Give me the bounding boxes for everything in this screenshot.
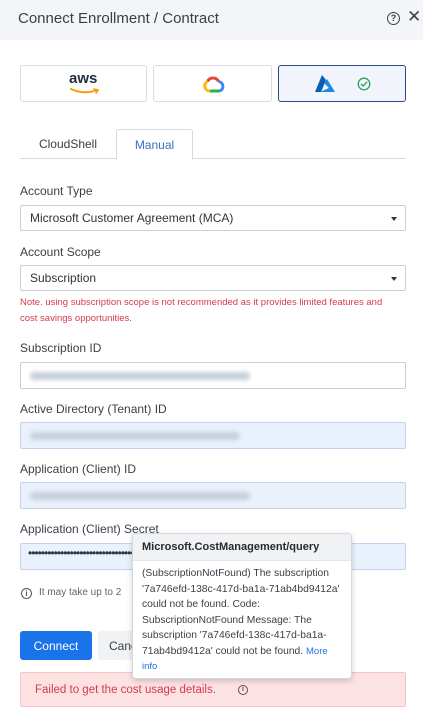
check-circle-icon (357, 77, 371, 91)
google-cloud-logo-icon (203, 76, 225, 93)
dialog-header: Connect Enrollment / Contract ? ✕ (0, 0, 423, 40)
caret-down-icon (391, 217, 397, 221)
connect-button[interactable]: Connect (20, 631, 92, 660)
tenant-id-input[interactable] (20, 422, 406, 449)
account-type-value: Microsoft Customer Agreement (MCA) (30, 211, 234, 225)
client-id-input[interactable] (20, 482, 406, 509)
scope-warning-note: Note. using subscription scope is not re… (20, 297, 383, 324)
popover-title: Microsoft.CostManagement/query (133, 534, 351, 561)
popover-message: (SubscriptionNotFound) The subscription … (142, 568, 340, 657)
redacted-value (30, 432, 240, 440)
close-icon[interactable]: ✕ (407, 8, 421, 26)
caret-down-icon (391, 277, 397, 281)
mode-tabs: CloudShell Manual (20, 129, 406, 160)
aws-provider-button[interactable]: aws (20, 65, 147, 102)
tab-cloudshell[interactable]: CloudShell (20, 129, 116, 159)
aws-logo-icon: aws (69, 70, 101, 96)
azure-logo-icon (315, 75, 335, 92)
subscription-id-input[interactable] (20, 362, 406, 389)
popover-body: (SubscriptionNotFound) The subscription … (133, 561, 351, 675)
info-icon: i (21, 588, 32, 599)
error-message: Failed to get the cost usage details. (35, 684, 216, 696)
dialog-title: Connect Enrollment / Contract (18, 10, 219, 27)
redacted-value (30, 492, 250, 500)
account-scope-select[interactable]: Subscription (20, 265, 406, 291)
tab-manual[interactable]: Manual (116, 129, 193, 160)
subscription-id-label: Subscription ID (20, 341, 102, 355)
account-type-select[interactable]: Microsoft Customer Agreement (MCA) (20, 205, 406, 231)
account-scope-value: Subscription (30, 271, 97, 285)
error-details-popover: Microsoft.CostManagement/query (Subscrip… (132, 533, 352, 679)
info-text: It may take up to 2 (39, 587, 122, 598)
aws-logo-text: aws (69, 70, 98, 87)
account-scope-label: Account Scope (20, 245, 101, 259)
tenant-id-label: Active Directory (Tenant) ID (20, 402, 167, 416)
redacted-value (30, 372, 250, 380)
client-id-label: Application (Client) ID (20, 462, 137, 476)
account-type-label: Account Type (20, 184, 93, 198)
help-icon[interactable]: ? (387, 12, 400, 25)
gcp-provider-button[interactable] (153, 65, 272, 102)
azure-provider-button[interactable] (278, 65, 406, 102)
error-info-icon[interactable]: i (238, 685, 248, 695)
